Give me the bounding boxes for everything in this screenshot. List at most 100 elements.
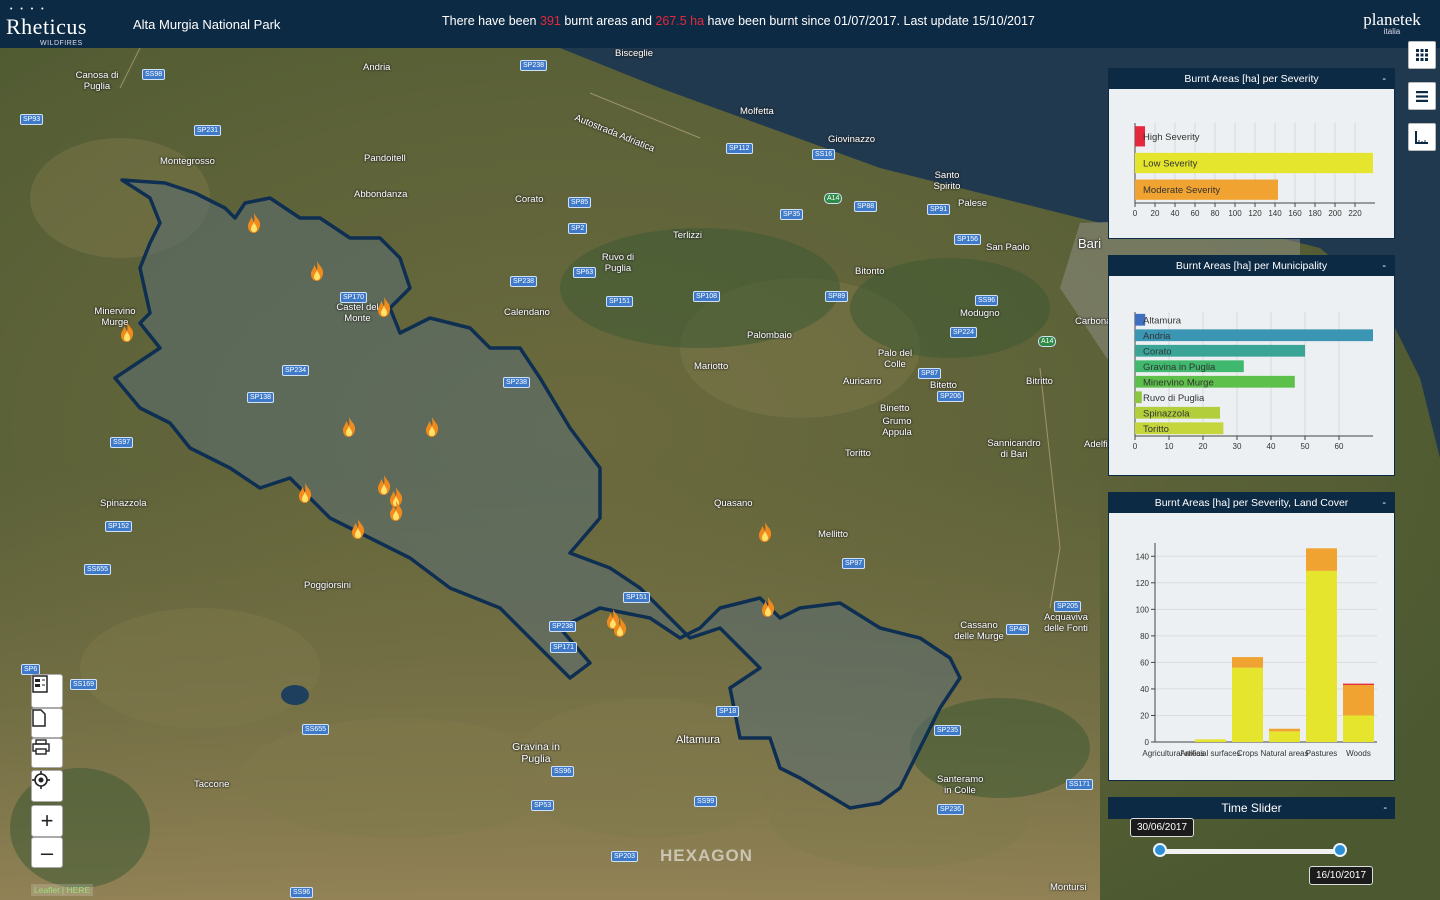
- municipality-bar-chart: 0 10 20 30 40 50 60 Altamura Andria Corato Gravina…: [1133, 312, 1373, 451]
- locate-button[interactable]: [31, 770, 63, 802]
- municipality-chart-body: 0 10 20 30 40 50 60 Altamura Andria Corato Gravina…: [1109, 276, 1394, 475]
- place-label: Palo del Colle: [877, 348, 913, 370]
- menu-button[interactable]: [1408, 82, 1436, 110]
- tick-label: 100: [1136, 605, 1150, 614]
- category-label: Natural areas: [1260, 749, 1308, 758]
- fire-marker-icon[interactable]: [757, 521, 773, 543]
- summary-mid: burnt areas and: [560, 14, 656, 28]
- end-date-handle[interactable]: [1333, 843, 1347, 857]
- stacked-bar-segment[interactable]: [1269, 728, 1300, 732]
- road-shield: SP235: [934, 725, 962, 736]
- start-date-label: 30/06/2017: [1130, 818, 1195, 837]
- print-button[interactable]: [31, 738, 63, 768]
- bar[interactable]: [1135, 391, 1142, 404]
- stacked-bar-segment[interactable]: [1232, 667, 1263, 742]
- minimize-button[interactable]: -: [1383, 797, 1387, 819]
- stacked-bar-segment[interactable]: [1232, 657, 1263, 668]
- stacked-bar-segment[interactable]: [1306, 548, 1337, 571]
- legend-icon: [32, 675, 48, 693]
- road-shield: SP89: [825, 291, 849, 302]
- legend-button[interactable]: [31, 674, 63, 708]
- place-label: Santeramo in Colle: [937, 774, 984, 796]
- minimize-button[interactable]: -: [1382, 493, 1386, 513]
- road-shield: SP18: [716, 706, 740, 717]
- place-label: Sannicandro di Bari: [987, 438, 1041, 460]
- place-label: Bitritto: [1026, 376, 1053, 387]
- place-label: Altamura: [676, 734, 721, 746]
- fire-marker-icon[interactable]: [376, 296, 392, 318]
- tick-label: 140: [1268, 209, 1282, 218]
- tick-label: 30: [1233, 442, 1242, 451]
- hamburger-icon: [1416, 90, 1428, 102]
- place-label: Modugno: [960, 308, 1000, 319]
- fire-marker-icon[interactable]: [119, 321, 135, 343]
- place-label: Mariotto: [694, 361, 729, 372]
- logo-stars: • • • •: [10, 6, 47, 13]
- place-label: Calendano: [504, 307, 550, 318]
- plus-icon: +: [40, 808, 54, 833]
- severity-panel: Burnt Areas [ha] per Severity - 0 20 40 60 8…: [1108, 68, 1395, 239]
- landcover-stacked-chart: 020406080100120140Agricultural areasArti…: [1136, 543, 1377, 758]
- stacked-bar-segment[interactable]: [1269, 731, 1300, 742]
- attribution-here[interactable]: HERE: [66, 885, 90, 895]
- export-pdf-button[interactable]: [31, 708, 63, 738]
- landcover-panel: Burnt Areas [ha] per Severity, Land Cove…: [1108, 492, 1395, 781]
- measure-button[interactable]: [1408, 123, 1436, 151]
- attribution-leaflet[interactable]: Leaflet: [34, 885, 60, 895]
- road-shield: A14: [1038, 336, 1057, 347]
- fire-marker-icon[interactable]: [350, 518, 366, 540]
- road-shield: SP97: [842, 558, 866, 569]
- tick-label: 40: [1171, 209, 1180, 218]
- landcover-panel-header: Burnt Areas [ha] per Severity, Land Cove…: [1109, 493, 1394, 513]
- time-slider-panel: Time Slider - 30/06/2017 16/10/2017: [1108, 797, 1395, 900]
- road-shield: SP48: [1006, 624, 1030, 635]
- start-date-handle[interactable]: [1153, 843, 1167, 857]
- time-slider-track[interactable]: [1160, 849, 1340, 854]
- road-shield: SP231: [194, 125, 222, 136]
- fire-marker-icon[interactable]: [388, 500, 404, 522]
- road-shield: SS169: [70, 679, 98, 690]
- bar-label: High Severity: [1143, 132, 1200, 143]
- stacked-bar-segment[interactable]: [1343, 684, 1374, 716]
- document-icon: [32, 709, 46, 727]
- place-label: Corato: [515, 194, 544, 205]
- grid-view-button[interactable]: [1408, 41, 1436, 69]
- fire-marker-icon[interactable]: [760, 596, 776, 618]
- minimize-button[interactable]: -: [1382, 69, 1386, 89]
- rheticus-logo[interactable]: • • • • Rheticus WILDFIRES: [6, 4, 102, 47]
- stacked-bar-segment[interactable]: [1195, 739, 1226, 742]
- road-shield: SP85: [568, 197, 592, 208]
- stacked-bar-segment[interactable]: [1306, 570, 1337, 742]
- bar[interactable]: [1135, 329, 1373, 342]
- landcover-chart-body: 0 20 40 60 80 100 120 140 Agricultural areas Arti…: [1109, 513, 1394, 780]
- bar-label: Moderate Severity: [1143, 185, 1220, 196]
- zoom-in-button[interactable]: +: [31, 805, 63, 837]
- fire-marker-icon[interactable]: [424, 416, 440, 438]
- road-shield: SP205: [1054, 601, 1082, 612]
- place-label: Santo Spirito: [933, 170, 961, 192]
- minimize-button[interactable]: -: [1382, 256, 1386, 276]
- zoom-out-button[interactable]: –: [31, 837, 63, 868]
- road-shield: SP156: [954, 234, 982, 245]
- stacked-bar-segment[interactable]: [1343, 715, 1374, 742]
- bar-label: Toritto: [1143, 424, 1169, 435]
- planetek-logo[interactable]: planetek italia: [1356, 10, 1428, 44]
- road-shield: SS96: [551, 766, 575, 777]
- tick-label: 180: [1308, 209, 1322, 218]
- severity-chart-body: 0 20 40 60 80 100 120 140 160 180 200 220 High Sever…: [1109, 89, 1394, 238]
- tick-label: 80: [1211, 209, 1220, 218]
- tick-label: 80: [1140, 632, 1149, 641]
- place-label: Bisceglie: [615, 48, 654, 59]
- fire-marker-icon[interactable]: [246, 212, 262, 234]
- fire-marker-icon[interactable]: [297, 482, 313, 504]
- tick-label: 10: [1165, 442, 1174, 451]
- road-shield: SP238: [549, 621, 577, 632]
- stacked-bar-segment[interactable]: [1343, 683, 1374, 685]
- place-label: Binetto: [880, 403, 910, 414]
- fire-marker-icon[interactable]: [341, 416, 357, 438]
- place-label: Montursi: [1050, 882, 1087, 893]
- road-shield: SP138: [247, 392, 275, 403]
- road-shield: SP234: [282, 365, 310, 376]
- fire-marker-icon[interactable]: [309, 260, 325, 282]
- fire-marker-icon[interactable]: [612, 616, 628, 638]
